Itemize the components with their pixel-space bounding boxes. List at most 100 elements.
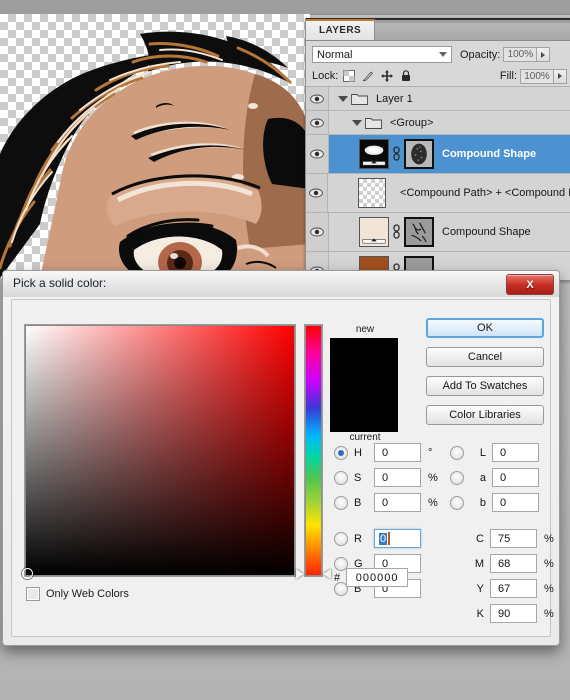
layer-visibility-toggle[interactable] [306,135,329,173]
folder-icon [365,118,382,129]
input-magenta[interactable]: 68 [490,554,537,573]
input-brightness[interactable]: 0 [374,493,421,512]
layer-visibility-toggle[interactable] [306,174,328,212]
opacity-slider-arrow-icon[interactable] [537,47,551,62]
label-lab-a: a [479,471,486,484]
ok-button[interactable]: OK [426,318,544,338]
radio-brightness[interactable] [334,495,348,510]
opacity-input[interactable]: 100% [503,47,538,62]
field-row-yellow: Y 67 % [450,576,556,601]
lock-image-pixels-icon[interactable] [362,70,374,82]
layer-name: <Compound Path> + <Compound Pa [400,187,570,199]
input-saturation[interactable]: 0 [374,468,421,487]
opacity-label: Opacity: [460,48,501,61]
input-hue[interactable]: 0 [374,443,421,462]
dialog-title: Pick a solid color: [13,276,107,290]
layer-mask-link-icon[interactable] [392,224,401,240]
table-row[interactable]: Layer 1 [306,87,570,111]
color-preview-group: new current [330,324,400,443]
app-root: LAYERS Normal Opacity: 100% Lock: Fill: … [0,0,570,700]
lock-all-padlock-icon[interactable] [400,70,412,82]
current-color-swatch[interactable] [330,385,398,432]
hue-marker-right-icon[interactable] [323,569,331,579]
layer-thumbnail[interactable] [359,217,389,247]
radio-lab-l[interactable] [450,445,464,460]
radio-saturation[interactable] [334,470,348,485]
fill-slider-arrow-icon[interactable] [554,68,567,84]
layers-panel[interactable]: LAYERS Normal Opacity: 100% Lock: Fill: … [305,18,570,281]
only-web-colors-checkbox[interactable]: Only Web Colors [26,587,129,601]
table-row[interactable]: Compound Shape [306,213,570,252]
label-red: R [354,532,362,545]
cancel-button[interactable]: Cancel [426,347,544,367]
tab-layers[interactable]: LAYERS [306,19,376,40]
radio-hue[interactable] [334,445,348,460]
lab-cmyk-field-group: L 0 a 0 b 0 C 75 % M 68 % Y 67 % K 90 % [450,440,556,626]
layer-mask-thumbnail[interactable] [404,139,434,169]
artwork-cartoon-face [0,31,310,278]
checkbox-box-icon[interactable] [26,587,40,601]
radio-red[interactable] [334,531,348,546]
field-row-brightness: B 0 % [334,490,440,515]
unit-yellow: % [544,582,554,595]
layer-thumbnail[interactable] [357,178,387,208]
lock-position-move-icon[interactable] [381,70,394,82]
input-lab-b[interactable]: 0 [492,493,539,512]
text-caret [388,532,391,545]
layer-list[interactable]: Layer 1 <Group> Compound Shape <Compound… [306,87,570,280]
unit-cyan: % [544,532,554,545]
fill-input[interactable]: 100% [520,68,554,84]
color-libraries-button[interactable]: Color Libraries [426,405,544,425]
input-yellow[interactable]: 67 [490,579,537,598]
input-black[interactable]: 90 [490,604,537,623]
layer-mask-link-icon[interactable] [392,146,401,162]
layer-name: <Group> [390,116,434,129]
hue-spectrum[interactable] [306,326,321,575]
dialog-title-bar[interactable]: Pick a solid color: X [3,271,559,297]
new-color-swatch[interactable] [330,338,398,385]
unit-black: % [544,607,554,620]
lock-transparent-pixels-icon[interactable] [343,70,356,82]
group-disclosure-triangle[interactable] [349,119,365,126]
radio-lab-b[interactable] [450,495,464,510]
color-picker-dialog[interactable]: Pick a solid color: X Only Web Colors ne… [2,270,560,646]
label-hue: H [354,446,362,459]
eye-icon [310,149,324,159]
radio-lab-a[interactable] [450,470,464,485]
eye-icon [310,94,324,103]
hex-field-row: # 000000 [334,568,409,587]
input-lab-l[interactable]: 0 [492,443,539,462]
layer-mask-thumbnail[interactable] [404,217,434,247]
close-button[interactable]: X [506,274,554,295]
blend-mode-select[interactable]: Normal [312,46,452,63]
layer-name: Compound Shape [442,226,531,238]
table-row[interactable]: <Group> [306,111,570,135]
field-row-cyan: C 75 % [450,526,556,551]
unit-saturation: % [428,471,438,484]
layer-thumbnail[interactable] [359,139,389,169]
saturation-brightness-field[interactable] [22,324,296,579]
input-lab-a[interactable]: 0 [492,468,539,487]
lock-icon-group [343,70,412,82]
table-row[interactable]: <Compound Path> + <Compound Pa [306,174,570,213]
hex-input[interactable]: 000000 [346,568,409,587]
new-color-label: new [355,324,375,335]
group-disclosure-triangle[interactable] [335,95,351,102]
input-cyan[interactable]: 75 [490,529,537,548]
dialog-body: Only Web Colors new current OK Cancel Ad… [11,299,554,637]
label-lab-b: b [479,496,486,509]
layer-visibility-toggle[interactable] [306,213,329,251]
table-row[interactable]: Compound Shape [306,135,570,174]
input-red[interactable]: 0 [374,529,421,548]
color-picker-marker[interactable] [22,568,33,579]
gradient-surface[interactable] [22,326,294,579]
hue-slider[interactable] [296,324,331,579]
artboard-transparency[interactable] [0,14,310,278]
hue-marker-left-icon[interactable] [296,569,304,579]
layer-visibility-toggle[interactable] [306,111,329,134]
layer-visibility-toggle[interactable] [306,87,329,110]
field-row-lab-b: b 0 [450,490,556,515]
input-red-value: 0 [379,532,388,545]
add-to-swatches-button[interactable]: Add To Swatches [426,376,544,396]
blend-mode-row: Normal Opacity: 100% [306,41,570,65]
